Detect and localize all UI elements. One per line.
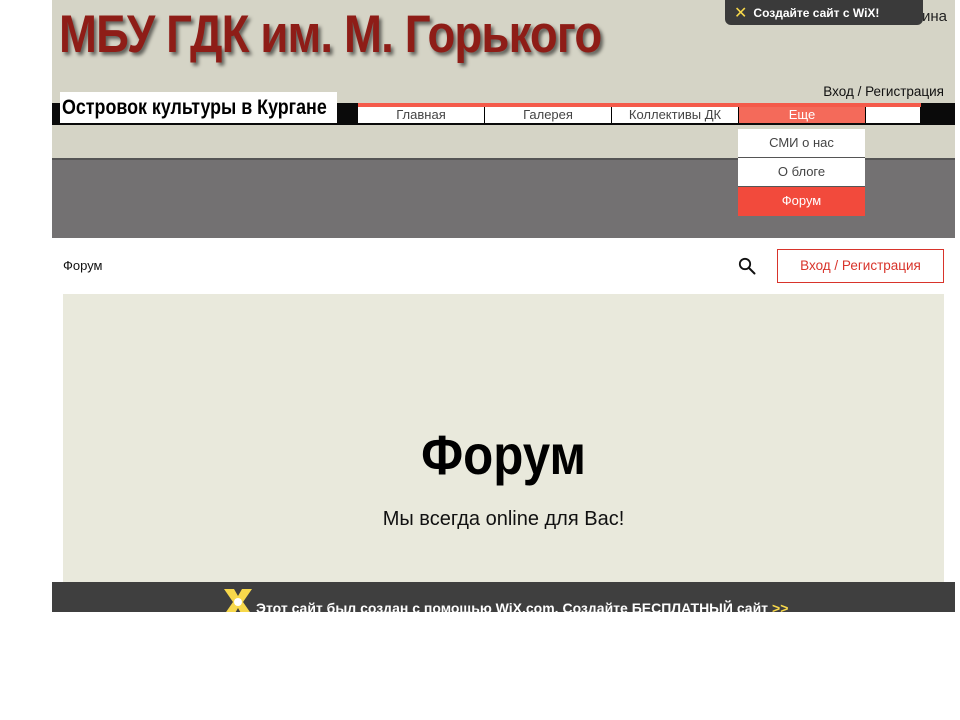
wix-create-site-button[interactable]: ✕ Создайте сайт с WiX! (725, 0, 923, 25)
search-icon[interactable] (738, 257, 756, 275)
wix-footer-banner[interactable]: Этот сайт был создан с помощью WiX.com. … (52, 582, 955, 612)
wix-logo-icon (224, 589, 252, 612)
wix-footer-arrows: >> (772, 600, 789, 612)
dropdown-item-press[interactable]: СМИ о нас (738, 129, 865, 158)
dropdown-item-about-blog[interactable]: О блоге (738, 158, 865, 187)
header-partial-text: ина (921, 8, 947, 25)
wix-create-site-label: Создайте сайт с WiX! (753, 5, 880, 20)
dropdown-item-forum[interactable]: Форум (738, 187, 865, 216)
wix-footer-message: Этот сайт был создан с помощью WiX.com. … (256, 600, 769, 612)
wix-x-icon: ✕ (734, 3, 748, 22)
site-container: МБУ ГДК им. М. Горького ина ✕ Создайте с… (52, 0, 955, 612)
nav-item-collectives[interactable]: Коллективы ДК (612, 107, 739, 123)
hero-title: Форум (421, 423, 586, 486)
forum-hero: Форум Мы всегда online для Вас! (63, 294, 944, 582)
nav-item-more[interactable]: Еще (739, 107, 866, 123)
hero-subtitle: Мы всегда online для Вас! (382, 508, 625, 530)
wix-footer-text: Этот сайт был создан с помощью WiX.com. … (256, 600, 788, 612)
site-title[interactable]: МБУ ГДК им. М. Горького (59, 4, 602, 65)
forum-login-button[interactable]: Вход / Регистрация (777, 249, 944, 283)
site-tagline-text: Островок культуры в Кургане (62, 96, 327, 119)
forum-breadcrumb[interactable]: Форум (63, 258, 103, 273)
nav-item-gallery[interactable]: Галерея (485, 107, 612, 123)
more-dropdown-menu: СМИ о нас О блоге Форум (738, 129, 865, 216)
nav-item-blank (866, 107, 920, 123)
forum-header-bar: Форум Вход / Регистрация (52, 238, 955, 294)
nav-item-home[interactable]: Главная (358, 107, 485, 123)
main-nav: Главная Галерея Коллективы ДК Еще (358, 107, 920, 123)
site-tagline: Островок культуры в Кургане (60, 92, 337, 123)
header-login-link[interactable]: Вход / Регистрация (823, 84, 944, 99)
